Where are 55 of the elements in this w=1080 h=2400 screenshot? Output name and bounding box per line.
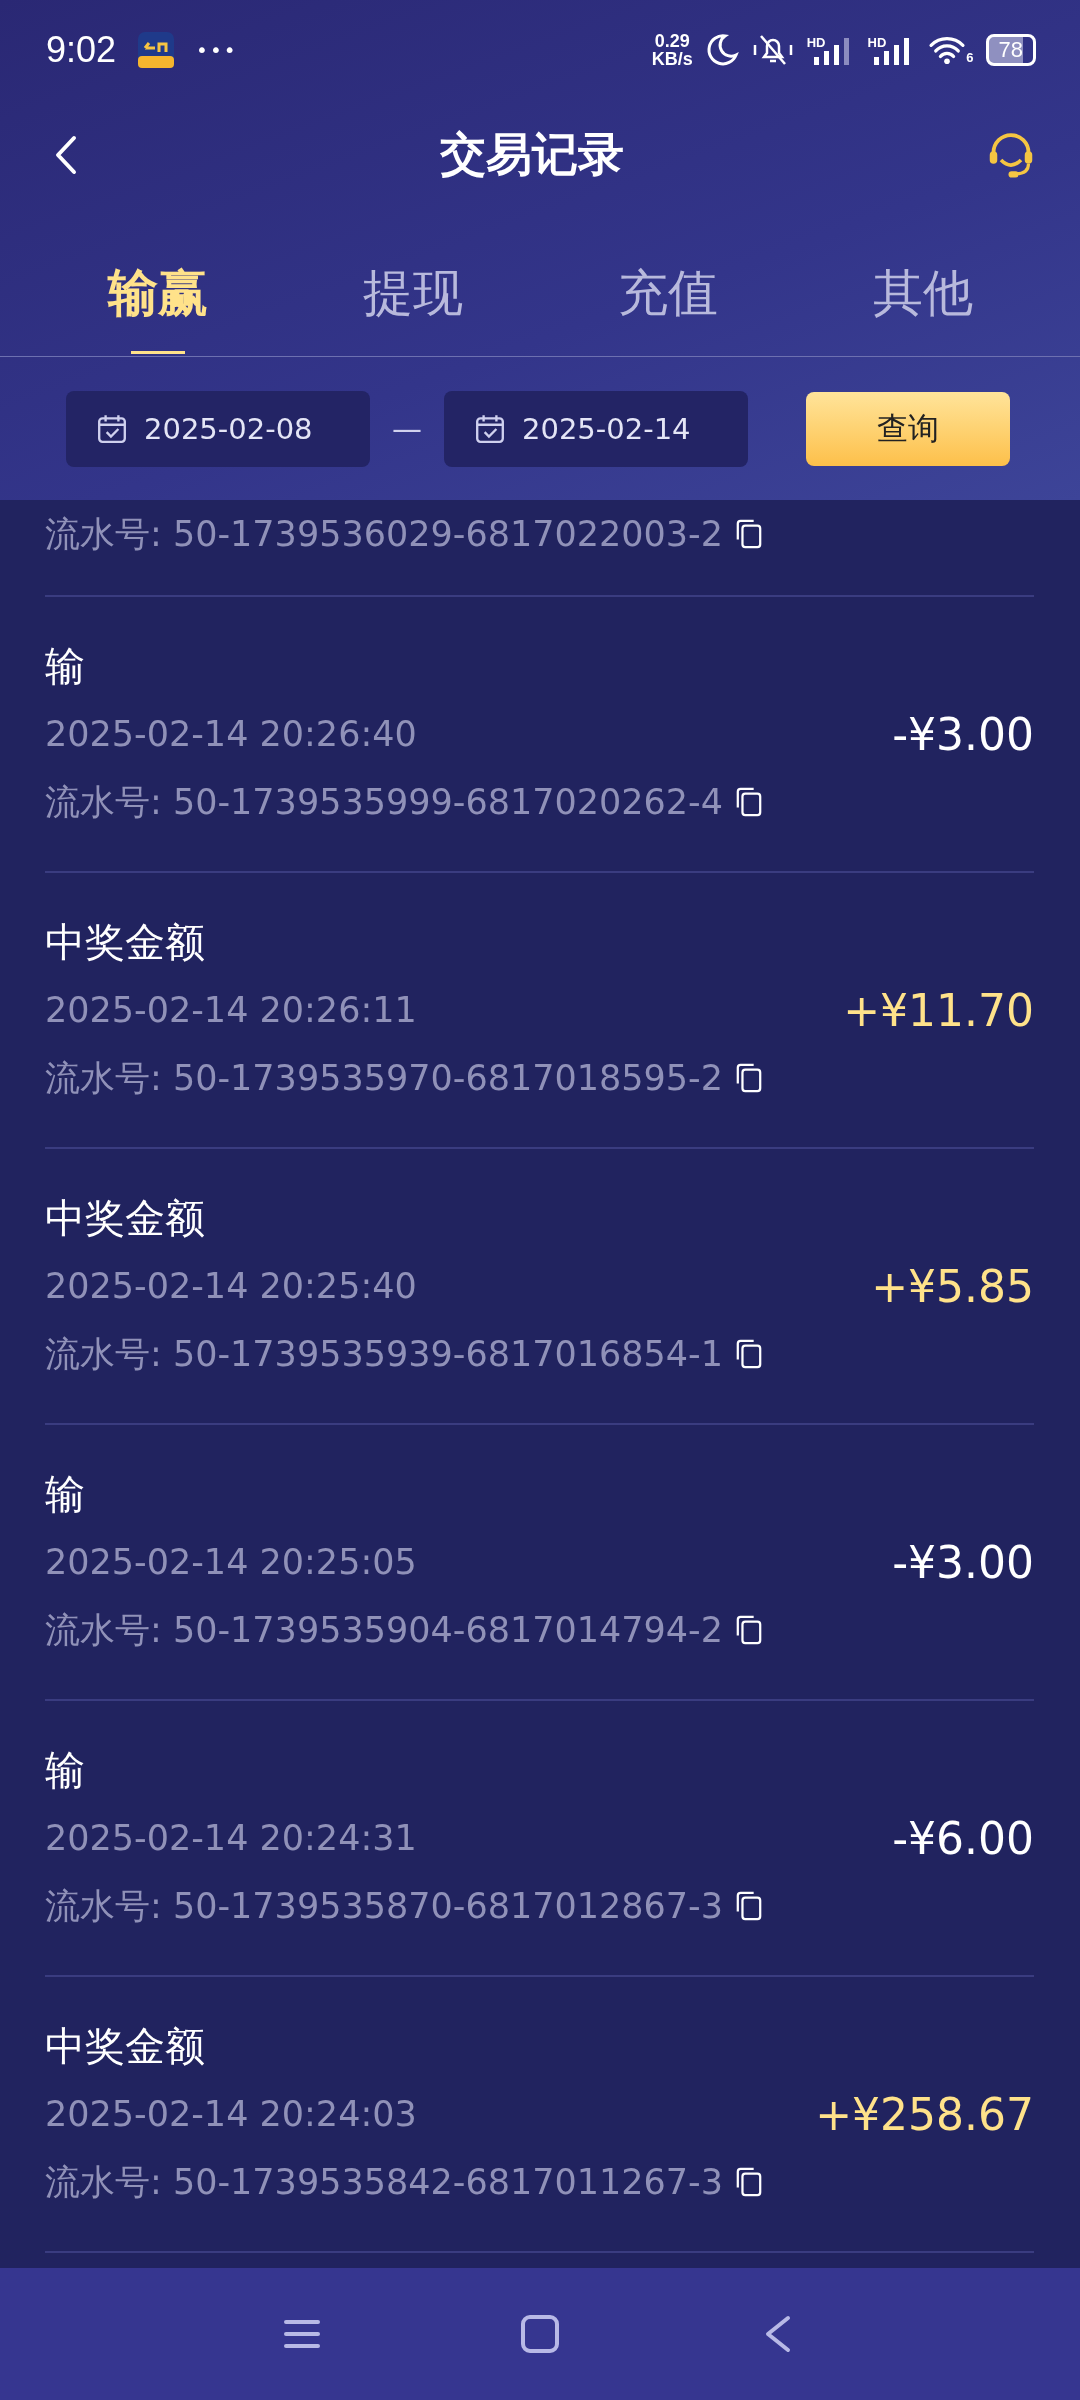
home-icon[interactable] xyxy=(520,2314,560,2354)
serial-number: 流水号: 50-1739535842-6817011267-3 xyxy=(45,2161,723,2204)
serial-number: 流水号: 50-1739535870-6817012867-3 xyxy=(45,1885,723,1928)
serial-number: 流水号: 50-1739535970-6817018595-2 xyxy=(45,1057,723,1100)
copy-icon[interactable] xyxy=(735,519,763,549)
serial-number: 流水号: 50-1739535999-6817020262-4 xyxy=(45,781,723,824)
record-time: 2025-02-14 20:24:31 xyxy=(45,1817,418,1860)
copy-icon[interactable] xyxy=(735,1339,763,1369)
record-time: 2025-02-14 20:24:03 xyxy=(45,2093,418,2136)
record-time: 2025-02-14 20:26:11 xyxy=(45,989,418,1032)
tab[interactable]: 提现 xyxy=(285,210,540,356)
page-title: 交易记录 xyxy=(440,126,624,183)
serial-number: 流水号: 50-1739535904-6817014794-2 xyxy=(45,1609,723,1652)
record-amount: +¥11.70 xyxy=(843,984,1034,1036)
record-title: 输 xyxy=(45,1746,86,1795)
record-amount: -¥6.00 xyxy=(892,1812,1034,1864)
record-title: 输 xyxy=(45,642,86,691)
tab[interactable]: 输赢 xyxy=(30,210,285,356)
signal-label: HD xyxy=(867,35,887,50)
moon-icon xyxy=(704,33,739,67)
back-icon[interactable] xyxy=(54,135,78,175)
serial-number: 流水号: 50-1739535939-6817016854-1 xyxy=(45,1333,723,1376)
copy-icon[interactable] xyxy=(735,1615,763,1645)
calendar-icon xyxy=(474,412,506,445)
tab[interactable]: 其他 xyxy=(795,210,1050,356)
date-field[interactable]: 2025-02-14 xyxy=(444,390,748,467)
serial-number: 流水号: 50-1739536029-6817022003-2 xyxy=(45,513,723,556)
status-time: 9:02 xyxy=(46,29,117,71)
record-title: 中奖金额 xyxy=(45,2022,206,2071)
copy-icon[interactable] xyxy=(735,787,763,817)
wifi-label: 6 xyxy=(966,50,974,65)
more-indicator: ••• xyxy=(196,38,238,62)
record-time: 2025-02-14 20:25:40 xyxy=(45,1265,418,1308)
signal-label: HD xyxy=(806,35,826,50)
wifi-icon xyxy=(928,35,967,65)
network-speed: 0.29 KB/s xyxy=(651,32,693,68)
date-field[interactable]: 2025-02-08 xyxy=(66,390,370,467)
app-icon xyxy=(138,32,175,68)
record-amount: +¥258.67 xyxy=(815,2088,1034,2140)
battery-indicator: 78 xyxy=(985,34,1036,66)
date-separator: — xyxy=(391,411,423,446)
calendar-icon xyxy=(96,412,128,445)
record-title: 中奖金额 xyxy=(45,918,206,967)
record-title: 中奖金额 xyxy=(45,1194,206,1243)
record-title: 输 xyxy=(45,1470,86,1519)
tab[interactable]: 充值 xyxy=(540,210,795,356)
record-time: 2025-02-14 20:26:40 xyxy=(45,713,418,756)
record-amount: +¥5.85 xyxy=(871,1260,1034,1312)
query-button[interactable]: 查询 xyxy=(806,391,1010,466)
copy-icon[interactable] xyxy=(735,1063,763,1093)
copy-icon[interactable] xyxy=(735,1891,763,1921)
record-amount: -¥3.00 xyxy=(892,708,1034,760)
record-amount: -¥3.00 xyxy=(892,1536,1034,1588)
record-time: 2025-02-14 20:25:05 xyxy=(45,1541,418,1584)
copy-icon[interactable] xyxy=(735,2167,763,2197)
